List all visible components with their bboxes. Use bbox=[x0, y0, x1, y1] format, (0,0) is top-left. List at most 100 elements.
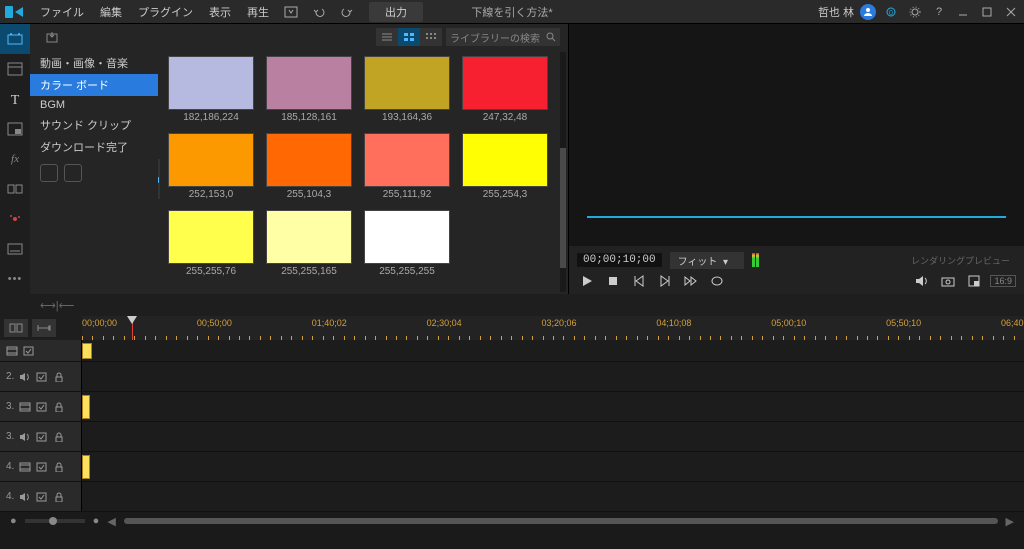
color-swatch[interactable] bbox=[168, 133, 254, 187]
film-icon[interactable] bbox=[6, 345, 18, 357]
color-swatch[interactable] bbox=[462, 56, 548, 110]
color-swatch[interactable] bbox=[266, 210, 352, 264]
more-rooms-tab[interactable]: ••• bbox=[0, 264, 30, 294]
loop-icon[interactable] bbox=[707, 272, 727, 290]
track-header[interactable]: 3. bbox=[0, 422, 82, 451]
zoom-out-icon[interactable]: ● bbox=[10, 515, 17, 527]
track-header[interactable] bbox=[0, 340, 82, 361]
check-icon[interactable] bbox=[23, 345, 35, 357]
color-swatch[interactable] bbox=[364, 133, 450, 187]
aspect-ratio-badge[interactable]: 16:9 bbox=[990, 275, 1016, 287]
tree-item[interactable]: 動画・画像・音楽 bbox=[30, 52, 158, 74]
maximize-icon[interactable] bbox=[978, 4, 996, 20]
speaker-icon[interactable] bbox=[19, 371, 31, 383]
prev-frame-icon[interactable] bbox=[629, 272, 649, 290]
check-icon[interactable] bbox=[36, 371, 48, 383]
track-lane[interactable] bbox=[82, 392, 1024, 421]
redo-icon[interactable] bbox=[335, 2, 359, 22]
timecode-display[interactable]: 00;00;10;00 bbox=[577, 253, 662, 267]
check-icon[interactable] bbox=[36, 401, 48, 413]
cloud-icon[interactable]: 0 bbox=[882, 4, 900, 20]
next-frame-icon[interactable] bbox=[655, 272, 675, 290]
timeline-ruler[interactable]: 00;00;0000;50;0001;40;0202;30;0403;20;06… bbox=[82, 316, 1024, 340]
track-header[interactable]: 3. bbox=[0, 392, 82, 421]
color-swatch[interactable] bbox=[266, 133, 352, 187]
check-icon[interactable] bbox=[36, 461, 48, 473]
tree-item[interactable]: BGM bbox=[30, 96, 158, 114]
color-swatch[interactable] bbox=[266, 56, 352, 110]
preview-viewport[interactable] bbox=[569, 24, 1024, 246]
user-avatar-icon[interactable] bbox=[860, 4, 876, 20]
storyboard-mode-icon[interactable] bbox=[4, 319, 28, 337]
check-icon[interactable] bbox=[36, 431, 48, 443]
import-icon[interactable] bbox=[279, 2, 303, 22]
track-header[interactable]: 4. bbox=[0, 482, 82, 511]
color-swatch[interactable] bbox=[364, 56, 450, 110]
close-icon[interactable] bbox=[1002, 4, 1020, 20]
color-swatch[interactable] bbox=[462, 133, 548, 187]
tag-filter-icon-2[interactable] bbox=[64, 164, 82, 182]
split-tool-icon[interactable]: ⟷|⟵ bbox=[40, 299, 74, 312]
timeline-clip[interactable] bbox=[82, 395, 90, 419]
color-swatch[interactable] bbox=[364, 210, 450, 264]
menu-view[interactable]: 表示 bbox=[201, 4, 239, 20]
subtitle-room-tab[interactable] bbox=[0, 234, 30, 264]
library-scrollbar[interactable] bbox=[560, 52, 566, 292]
scroll-right-icon[interactable]: ▶ bbox=[1006, 515, 1014, 528]
lock-icon[interactable] bbox=[53, 461, 65, 473]
speaker-icon[interactable] bbox=[19, 431, 31, 443]
export-button[interactable]: 出力 bbox=[369, 2, 423, 22]
timeline-mode-icon[interactable] bbox=[32, 319, 56, 337]
film-icon[interactable] bbox=[19, 401, 31, 413]
particle-room-tab[interactable] bbox=[0, 204, 30, 234]
lock-icon[interactable] bbox=[53, 401, 65, 413]
stop-icon[interactable] bbox=[603, 272, 623, 290]
media-room-tab[interactable] bbox=[0, 24, 30, 54]
import-media-icon[interactable] bbox=[40, 27, 64, 47]
track-lane[interactable] bbox=[82, 452, 1024, 481]
volume-icon[interactable] bbox=[912, 272, 932, 290]
track-lane[interactable] bbox=[82, 340, 1024, 361]
track-lane[interactable] bbox=[82, 482, 1024, 511]
fast-forward-icon[interactable] bbox=[681, 272, 701, 290]
template-room-tab[interactable] bbox=[0, 54, 30, 84]
timeline-clip[interactable] bbox=[82, 343, 92, 359]
lock-icon[interactable] bbox=[53, 431, 65, 443]
menu-play[interactable]: 再生 bbox=[239, 4, 277, 20]
track-lane[interactable] bbox=[82, 362, 1024, 391]
track-lane[interactable] bbox=[82, 422, 1024, 451]
title-room-tab[interactable]: T bbox=[0, 84, 30, 114]
timeline-clip[interactable] bbox=[82, 455, 90, 479]
check-icon[interactable] bbox=[36, 491, 48, 503]
help-icon[interactable]: ? bbox=[930, 4, 948, 20]
color-swatch[interactable] bbox=[168, 210, 254, 264]
zoom-slider[interactable] bbox=[25, 519, 85, 523]
tree-item[interactable]: サウンド クリップ bbox=[30, 114, 158, 136]
tag-filter-icon[interactable] bbox=[40, 164, 58, 182]
track-header[interactable]: 2. bbox=[0, 362, 82, 391]
pip-room-tab[interactable] bbox=[0, 114, 30, 144]
speaker-icon[interactable] bbox=[19, 491, 31, 503]
zoom-in-icon[interactable]: ● bbox=[93, 515, 100, 527]
render-preview-button[interactable]: レンダリングプレビュー bbox=[905, 253, 1016, 268]
zoom-fit-select[interactable]: フィット ▾ bbox=[670, 252, 744, 269]
minimize-icon[interactable] bbox=[954, 4, 972, 20]
menu-plugin[interactable]: プラグイン bbox=[130, 4, 201, 20]
play-icon[interactable] bbox=[577, 272, 597, 290]
dock-icon[interactable] bbox=[964, 272, 984, 290]
color-swatch[interactable] bbox=[168, 56, 254, 110]
menu-edit[interactable]: 編集 bbox=[92, 4, 130, 20]
lock-icon[interactable] bbox=[53, 491, 65, 503]
tree-item[interactable]: カラー ボード bbox=[30, 74, 158, 96]
horizontal-scrollbar[interactable] bbox=[124, 518, 998, 524]
track-header[interactable]: 4. bbox=[0, 452, 82, 481]
snapshot-icon[interactable] bbox=[938, 272, 958, 290]
lock-icon[interactable] bbox=[53, 371, 65, 383]
scroll-left-icon[interactable]: ◀ bbox=[107, 515, 115, 528]
undo-icon[interactable] bbox=[307, 2, 331, 22]
fx-room-tab[interactable]: fx bbox=[0, 144, 30, 174]
menu-file[interactable]: ファイル bbox=[32, 4, 92, 20]
panel-collapse-icon[interactable]: ◀ bbox=[158, 159, 160, 199]
gear-icon[interactable] bbox=[906, 4, 924, 20]
tree-item[interactable]: ダウンロード完了 bbox=[30, 136, 158, 158]
